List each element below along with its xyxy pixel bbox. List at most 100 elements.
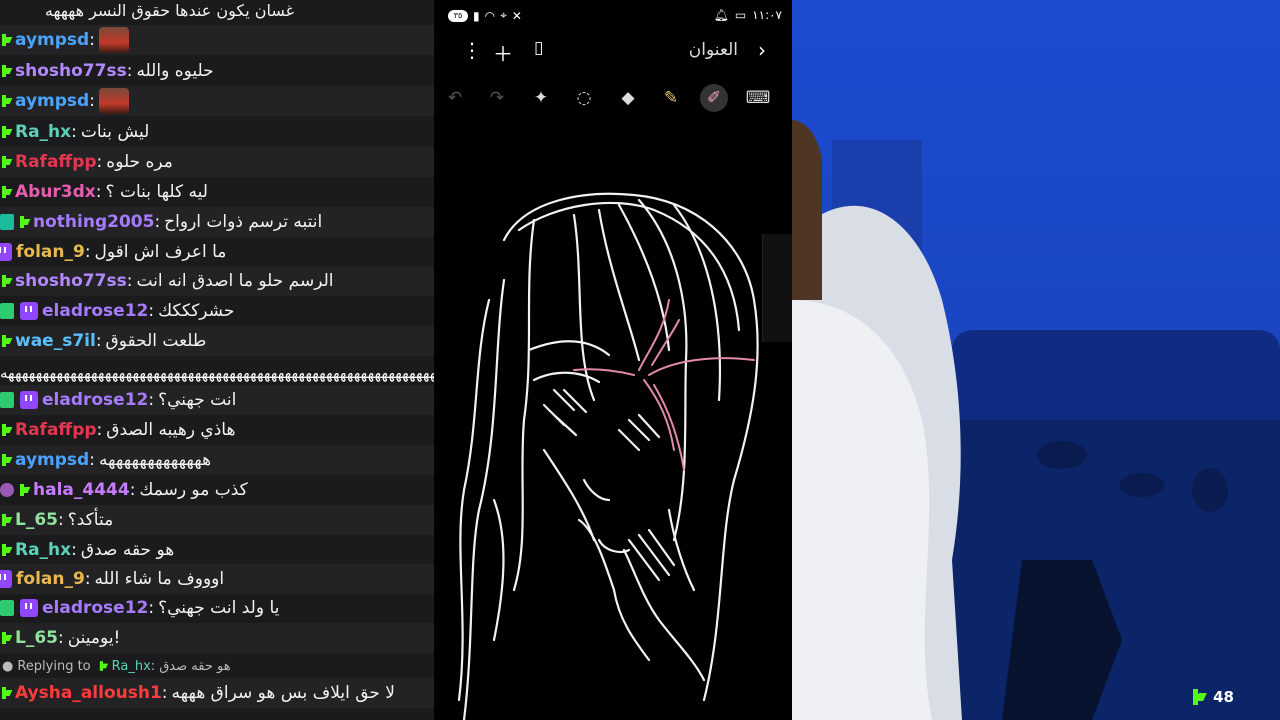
chat-username[interactable]: Ra_hx xyxy=(15,122,71,142)
keyboard-icon[interactable]: ⌨ xyxy=(744,84,772,112)
chat-message: L_65: متأكد؟ xyxy=(0,505,434,535)
chat-username[interactable]: aympsd xyxy=(15,91,89,111)
chat-username[interactable]: aympsd xyxy=(15,30,89,50)
verified-badge-icon xyxy=(0,483,14,497)
chat-username[interactable]: shosho77ss xyxy=(15,61,127,81)
viewer-count: 48 xyxy=(1193,688,1234,706)
webcam-feed: 48 xyxy=(792,0,1280,720)
reply-icon: ● xyxy=(2,658,14,674)
chat-username[interactable]: folan_9 xyxy=(16,569,85,589)
pen-icon[interactable]: ✐ xyxy=(700,84,728,112)
chat-username[interactable]: eladrose12 xyxy=(42,390,148,410)
chat-username[interactable]: Aysha_alloush1 xyxy=(15,683,162,703)
chat-message: Ra_hx: ليش بنات xyxy=(0,117,434,147)
chat-username[interactable]: wae_s7il xyxy=(15,331,96,351)
chat-message: Abur3dx: ليه كلها بنات ؟ xyxy=(0,177,434,207)
chat-username[interactable]: Rafaffpp xyxy=(15,420,97,440)
note-title[interactable]: العنوان xyxy=(689,40,738,60)
chat-text: كذب مو رسمك xyxy=(139,480,248,500)
chat-username[interactable]: nothing2005 xyxy=(33,212,154,232)
chat-text: ليش بنات xyxy=(80,122,150,142)
book-icon[interactable]: ▯ xyxy=(534,38,543,58)
chat-username[interactable]: L_65 xyxy=(15,628,58,648)
kick-badge-icon xyxy=(0,154,12,170)
chat-text: هههههههههههههه xyxy=(98,450,212,470)
kick-logo-icon xyxy=(1193,689,1207,705)
chat-message: eladrose12: حشركككك xyxy=(0,296,434,326)
chat-message: Rafaffpp: مره حلوه xyxy=(0,147,434,177)
add-icon[interactable]: ＋ xyxy=(493,38,513,67)
chat-message: eladrose12: يا ولد انت جهني؟ xyxy=(0,593,434,623)
back-arrow-icon[interactable]: › xyxy=(758,38,766,62)
chat-text: طلعت الحقوق xyxy=(105,331,207,351)
chat-text: هو حقه صدق xyxy=(80,540,175,560)
chat-text: يا ولد انت جهني؟ xyxy=(158,598,280,618)
page-thumbnail-strip[interactable] xyxy=(762,234,792,342)
kick-badge-icon xyxy=(0,452,12,468)
sub-badge-icon xyxy=(0,303,14,319)
sub-badge-icon xyxy=(0,600,14,616)
chat-username[interactable]: Abur3dx xyxy=(15,182,96,202)
chat-message: shosho77ss: الرسم حلو ما اصدق انه انت xyxy=(0,266,434,296)
chat-message: folan_9: اوووف ما شاء الله xyxy=(0,564,434,594)
chat-username[interactable]: hala_4444 xyxy=(33,480,130,500)
status-time: ١١:٠٧ xyxy=(752,8,782,22)
chat-username[interactable]: aympsd xyxy=(15,450,89,470)
reply-user[interactable]: Ra_hx xyxy=(112,659,151,674)
viewer-count-number: 48 xyxy=(1213,688,1234,706)
twitch-badge-icon xyxy=(20,391,38,409)
chat-text: متأكد؟ xyxy=(67,510,114,530)
kick-badge-icon xyxy=(0,333,12,349)
chat-top-text: غسان يكون عندها حقوق النسر ههههه xyxy=(44,0,294,20)
chat-text: !يومينن xyxy=(67,628,121,648)
drawing-toolbar: ↶ ↷ ✦ ◌ ◆ ✎ ✐ ⌨ xyxy=(434,82,792,112)
kick-badge-icon xyxy=(0,273,12,289)
more-icon[interactable]: ⋮ xyxy=(462,38,482,62)
redo-icon[interactable]: ↷ xyxy=(483,84,511,112)
lasso-icon[interactable]: ◌ xyxy=(570,84,598,112)
kick-badge-icon xyxy=(18,482,30,498)
chat-text: ليه كلها بنات ؟ xyxy=(105,182,208,202)
kick-badge-icon xyxy=(0,630,12,646)
mute-icon: ✕ xyxy=(511,8,522,23)
chat-text: حشركككك xyxy=(158,301,235,321)
twitch-badge-icon xyxy=(0,570,12,588)
chat-message: shosho77ss: حليوه والله xyxy=(0,56,434,86)
chat-text: اوووف ما شاء الله xyxy=(94,569,225,589)
chat-message: Ra_hx: هو حقه صدق xyxy=(0,535,434,565)
chat-username[interactable]: eladrose12 xyxy=(42,301,148,321)
chat-message: wae_s7il: طلعت الحقوق xyxy=(0,326,434,356)
kick-badge-icon xyxy=(0,93,12,109)
chat-text: الرسم حلو ما اصدق انه انت xyxy=(136,271,334,291)
kick-badge-icon xyxy=(0,685,12,701)
magic-icon[interactable]: ✦ xyxy=(527,84,555,112)
emote-face-icon xyxy=(98,27,129,53)
chat-username[interactable]: folan_9 xyxy=(16,242,85,262)
chat-message: L_65: !يومينن xyxy=(0,623,434,653)
chat-username[interactable]: Rafaffpp xyxy=(15,152,97,172)
kick-badge-icon xyxy=(0,124,12,140)
kick-badge-icon xyxy=(18,214,30,230)
chat-username[interactable]: L_65 xyxy=(15,510,58,530)
twitch-badge-icon xyxy=(20,302,38,320)
note-app-bar: ⋮ ＋ ▯ العنوان › xyxy=(434,36,792,68)
chat-username[interactable]: Ra_hx xyxy=(15,540,71,560)
chat-message: Aysha_alloush1: لا حق ايلاف بس هو سراق ه… xyxy=(0,678,434,708)
chat-message: Rafaffpp: هاذي رهيبه الصدق xyxy=(0,415,434,445)
wifi-icon: ◠ xyxy=(484,8,496,23)
spam-text: هههههههههههههههههههههههههههههههههههههههه… xyxy=(0,364,434,382)
eraser-icon[interactable]: ◆ xyxy=(614,84,642,112)
chat-message: aympsd: xyxy=(0,86,434,116)
highlighter-icon[interactable]: ✎ xyxy=(657,84,685,112)
undo-icon[interactable]: ↶ xyxy=(441,84,469,112)
chat-username[interactable]: shosho77ss xyxy=(15,271,127,291)
bell-icon: 🔔︎ xyxy=(713,8,729,22)
reply-context: ● Replying to Ra_hx: هو حقه صدق xyxy=(2,658,231,674)
drawing-canvas[interactable] xyxy=(434,120,792,720)
phone-screen: ٣٥ ▮ ◠ ⌖ ✕ 🔔︎ ▭ ١١:٠٧ ⋮ ＋ ▯ العنوان › ↶ … xyxy=(434,0,792,720)
chat-text: انت جهني؟ xyxy=(158,390,237,410)
sub-badge-icon xyxy=(0,392,14,408)
emote-face-icon xyxy=(98,88,129,114)
chat-text: ما اعرف اش اقول xyxy=(94,242,227,262)
chat-username[interactable]: eladrose12 xyxy=(42,598,148,618)
